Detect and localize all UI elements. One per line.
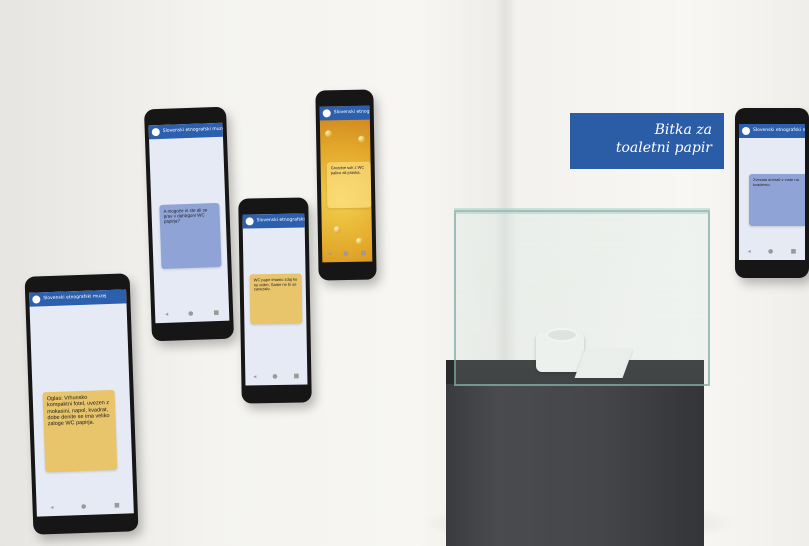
app-name: Slovenski etnografski muzej [162,126,223,134]
app-bar: Slovenski etnografski muzej [29,289,127,307]
phone-display-2: Slovenski etnografski muzej A mogoče ni … [143,106,235,342]
museum-logo-icon [742,127,750,135]
phone-screen: Slovenski etnografski muzej A mogoče ni … [148,122,230,324]
phone-nav-bar: ◂ ● ■ [322,248,372,259]
sun-decoration-icon [333,226,341,234]
home-icon: ● [768,247,774,255]
app-bar: Slovenski etnografski muzej [739,124,805,138]
chat-bubble: Zvezala dohrati v vrste na kvaderno. [749,174,805,226]
phone-display-4: Slovenski etnografski muzej Grozdne sok … [315,89,377,281]
recent-icon: ■ [293,372,300,380]
recent-icon: ■ [113,501,120,509]
sign-line-2: toaletni papir [615,140,712,156]
app-bar: Slovenski etnografski muzej [148,122,223,140]
sun-decoration-icon [358,135,366,143]
home-icon: ● [272,372,278,380]
phone-nav-bar: ◂ ● ■ [739,246,805,256]
chat-message: Zvezala dohrati v vrste na kvaderno. [753,177,799,187]
museum-logo-icon [245,217,254,226]
phone-nav-bar: ◂ ● ■ [36,499,133,512]
phone-screen: Slovenski etnografski muzej WC papir ima… [242,213,308,386]
chat-bubble: A mogoče ni ste ali se prav v dahtrgoni … [159,202,222,269]
phone-screen: Slovenski etnografski muzej Zvezala dohr… [739,124,805,260]
chat-message: Oglas: Vrhunsko kompaktni fotel, uvezen … [46,394,110,428]
back-icon: ◂ [747,247,751,255]
recent-icon: ■ [213,308,220,316]
chat-bubble: Oglas: Vrhunsko kompaktni fotel, uvezen … [42,389,118,473]
chat-message: A mogoče ni ste ali se prav v dahtrgoni … [163,207,208,225]
chat-bubble: WC papir imamo zdaj ko ne vidim. Same ne… [249,273,303,325]
museum-logo-icon [322,109,331,118]
sign-line-1: Bitka za [654,122,712,138]
recent-icon: ■ [790,247,797,255]
back-icon: ◂ [328,249,332,257]
app-name: Slovenski etnografski muzej [333,109,370,116]
back-icon: ◂ [165,310,169,318]
phone-display-3: Slovenski etnografski muzej WC papir ima… [238,197,312,404]
back-icon: ◂ [253,372,257,380]
museum-logo-icon [151,127,160,137]
phone-display-5: Slovenski etnografski muzej Zvezala dohr… [735,108,809,278]
phone-screen: Slovenski etnografski muzej Oglas: Vrhun… [29,289,134,517]
app-name: Slovenski etnografski muzej [43,294,107,302]
phone-screen: Slovenski etnografski muzej Grozdne sok … [319,105,373,263]
app-name: Slovenski etnografski muzej [753,128,805,133]
app-bar: Slovenski etnografski muzej [319,105,370,121]
sun-decoration-icon [325,130,333,138]
home-icon: ● [80,502,87,510]
phone-nav-bar: ◂ ● ■ [245,370,307,381]
home-icon: ● [188,309,194,317]
glass-vitrine-top [454,208,710,214]
chat-message: WC papir imamo zdaj ko ne vidim. Same ne… [253,276,298,292]
sun-decoration-icon [355,237,364,245]
exhibit-title-sign: Bitka za toaletni papir [570,113,724,169]
phone-nav-bar: ◂ ● ■ [155,307,229,320]
home-icon: ● [343,249,349,257]
app-name: Slovenski etnografski muzej [256,217,305,224]
chat-bubble: Grozdne sok z WC palico ali praska. [326,161,372,209]
glass-vitrine [454,210,710,386]
recent-icon: ■ [360,249,367,257]
back-icon: ◂ [50,503,54,511]
display-pedestal [446,368,704,546]
exhibition-scene: Slovenski etnografski muzej Oglas: Vrhun… [0,0,809,546]
museum-logo-icon [32,295,41,304]
app-bar: Slovenski etnografski muzej [242,213,305,229]
chat-message: Grozdne sok z WC palico ali praska. [330,164,365,175]
phone-display-1: Slovenski etnografski muzej Oglas: Vrhun… [24,273,139,535]
